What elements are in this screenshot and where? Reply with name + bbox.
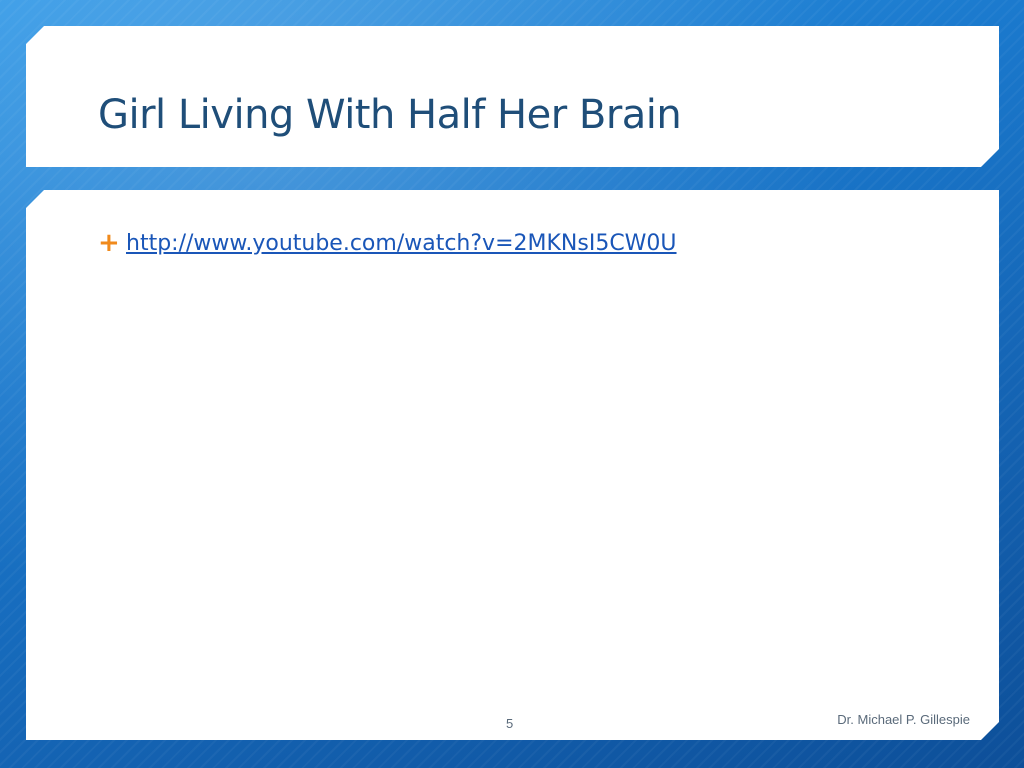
title-panel: Girl Living With Half Her Brain bbox=[26, 26, 999, 167]
content-panel: + http://www.youtube.com/watch?v=2MKNsI5… bbox=[26, 190, 999, 740]
author-footer: Dr. Michael P. Gillespie bbox=[837, 712, 970, 727]
bullet-item: + http://www.youtube.com/watch?v=2MKNsI5… bbox=[98, 230, 677, 256]
slide-number: 5 bbox=[506, 716, 514, 731]
youtube-link[interactable]: http://www.youtube.com/watch?v=2MKNsI5CW… bbox=[126, 231, 677, 256]
plus-bullet-icon: + bbox=[98, 228, 120, 258]
slide-title: Girl Living With Half Her Brain bbox=[98, 92, 682, 138]
